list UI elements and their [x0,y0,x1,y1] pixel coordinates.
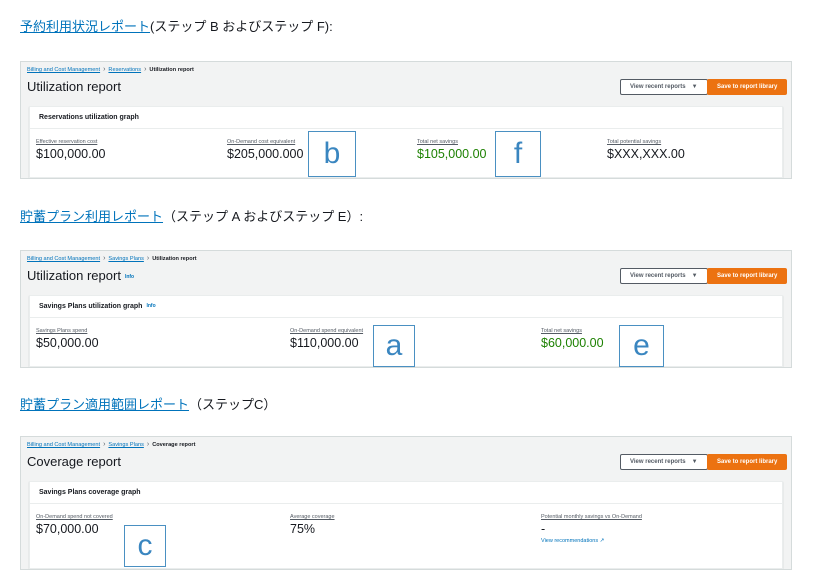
metric-value: $100,000.00 [36,147,106,161]
metric-label[interactable]: Total net savings [541,328,604,334]
metric-value: $50,000.00 [36,336,99,350]
metric-value: $XXX,XXX.00 [607,147,685,161]
save-to-report-library-label: Save to report library [717,459,778,465]
save-to-report-library-button[interactable]: Save to report library [707,79,788,95]
section-heading-suffix: （ステップ A およびステップ E）: [163,209,364,224]
metric-potential-monthly-savings: Potential monthly savings vs On-Demand -… [541,514,642,544]
info-link[interactable]: Info [146,303,155,309]
caret-down-icon: ▼ [691,459,698,465]
metric-on-demand-spend-equivalent: On-Demand spend equivalent $110,000.00 [290,328,363,350]
metric-value: $70,000.00 [36,522,99,536]
metric-label[interactable]: On-Demand spend not covered [36,514,113,520]
metric-value: $110,000.00 [290,336,359,350]
step-marker-c: c [124,525,166,567]
section-heading-suffix: （ステップC） [189,397,277,412]
metric-value: 75% [290,522,316,536]
step-marker-a: a [373,325,415,367]
external-link-icon: ↗ [599,538,605,544]
view-recent-reports-button[interactable]: View recent reports ▼ [620,268,708,284]
metric-label[interactable]: Total potential savings [607,139,685,145]
chevron-right-icon: › [103,66,106,73]
metric-label[interactable]: On-Demand spend equivalent [290,328,363,334]
caret-down-icon: ▼ [691,84,698,90]
metric-total-net-savings: Total net savings $60,000.00 [541,328,604,350]
breadcrumb-billing[interactable]: Billing and Cost Management [27,67,100,73]
metric-total-potential-savings: Total potential savings $XXX,XXX.00 [607,139,685,161]
metric-total-net-savings: Total net savings $105,000.00 [417,139,487,161]
ri-utilization-report-link[interactable]: 予約利用状況レポート [20,19,150,34]
page-title: Utilization report [27,79,121,94]
save-to-report-library-label: Save to report library [717,84,778,90]
breadcrumb: Billing and Cost Management › Savings Plan… [27,441,195,448]
breadcrumb-billing[interactable]: Billing and Cost Management [27,256,100,262]
metric-value: - [541,522,546,536]
graph-header: Savings Plans coverage graph [30,482,782,504]
metric-label[interactable]: Potential monthly savings vs On-Demand [541,514,642,520]
chevron-right-icon: › [146,255,150,262]
page-title-text: Utilization report [27,268,121,283]
graph-header: Savings Plans utilization graph Info [30,296,782,318]
view-recent-reports-button[interactable]: View recent reports ▼ [620,79,708,95]
breadcrumb-savings-plans[interactable]: Savings Plans [108,442,143,448]
breadcrumb-current: Utilization report [152,256,197,262]
metric-label[interactable]: Savings Plans spend [36,328,99,334]
section-heading-sp-coverage: 貯蓄プラン適用範囲レポート（ステップC） [20,394,276,413]
section-heading-sp-utilization: 貯蓄プラン利用レポート（ステップ A およびステップ E）: [20,206,363,225]
view-recent-reports-label: View recent reports [630,459,686,465]
metric-value: $105,000.00 [417,147,487,161]
view-recent-reports-label: View recent reports [630,273,686,279]
metric-savings-plans-spend: Savings Plans spend $50,000.00 [36,328,99,350]
caret-down-icon: ▼ [691,273,698,279]
metric-label[interactable]: Average coverage [290,514,335,520]
section-heading-ri: 予約利用状況レポート(ステップ B およびステップ F): [20,16,333,35]
metric-label[interactable]: On-Demand cost equivalent [227,139,303,145]
sp-utilization-report-link[interactable]: 貯蓄プラン利用レポート [20,209,163,224]
sp-coverage-report-link[interactable]: 貯蓄プラン適用範囲レポート [20,397,189,412]
chevron-right-icon: › [103,441,106,448]
info-link[interactable]: Info [125,274,134,280]
graph-header: Reservations utilization graph [30,107,782,129]
save-to-report-library-button[interactable]: Save to report library [707,268,788,284]
view-recent-reports-label: View recent reports [630,84,686,90]
save-to-report-library-button[interactable]: Save to report library [707,454,788,470]
step-marker-f: f [495,131,541,177]
save-to-report-library-label: Save to report library [717,273,778,279]
breadcrumb-reservations[interactable]: Reservations [108,67,141,73]
breadcrumb-billing[interactable]: Billing and Cost Management [27,442,100,448]
metric-label[interactable]: Total net savings [417,139,487,145]
metric-average-coverage: Average coverage 75% [290,514,335,536]
chevron-right-icon: › [103,255,106,262]
metric-on-demand-spend-not-covered: On-Demand spend not covered $70,000.00 [36,514,113,536]
section-heading-suffix: (ステップ B およびステップ F): [150,19,333,34]
metric-value: $60,000.00 [541,336,604,350]
step-marker-b: b [308,131,356,177]
breadcrumb-savings-plans[interactable]: Savings Plans [108,256,143,262]
graph-title: Reservations utilization graph [39,114,139,121]
view-recommendations-label: View recommendations [541,538,599,544]
breadcrumb: Billing and Cost Management › Reservations… [27,66,194,73]
graph-title: Savings Plans utilization graph Info [39,303,156,310]
breadcrumb-current: Utilization report [149,67,194,73]
view-recent-reports-button[interactable]: View recent reports ▼ [620,454,708,470]
metric-value: $205,000.000 [227,147,304,161]
reservations-utilization-graph-panel: Reservations utilization graph Effective… [29,106,783,178]
page-title: Utilization report Info [27,268,134,283]
step-marker-e: e [619,325,664,367]
graph-title-text: Savings Plans utilization graph [39,303,143,310]
metric-on-demand-cost-equivalent: On-Demand cost equivalent $205,000.000 [227,139,303,161]
metric-effective-reservation-cost: Effective reservation cost $100,000.00 [36,139,106,161]
breadcrumb-current: Coverage report [152,442,196,448]
metric-label[interactable]: Effective reservation cost [36,139,106,145]
breadcrumb: Billing and Cost Management › Savings Plan… [27,255,197,262]
view-recommendations-link[interactable]: View recommendations ↗ [541,538,642,544]
page-title: Coverage report [27,454,121,469]
ri-utilization-console: Billing and Cost Management › Reservations… [20,61,792,179]
chevron-right-icon: › [146,441,150,448]
graph-title: Savings Plans coverage graph [39,489,141,496]
chevron-right-icon: › [144,66,147,73]
